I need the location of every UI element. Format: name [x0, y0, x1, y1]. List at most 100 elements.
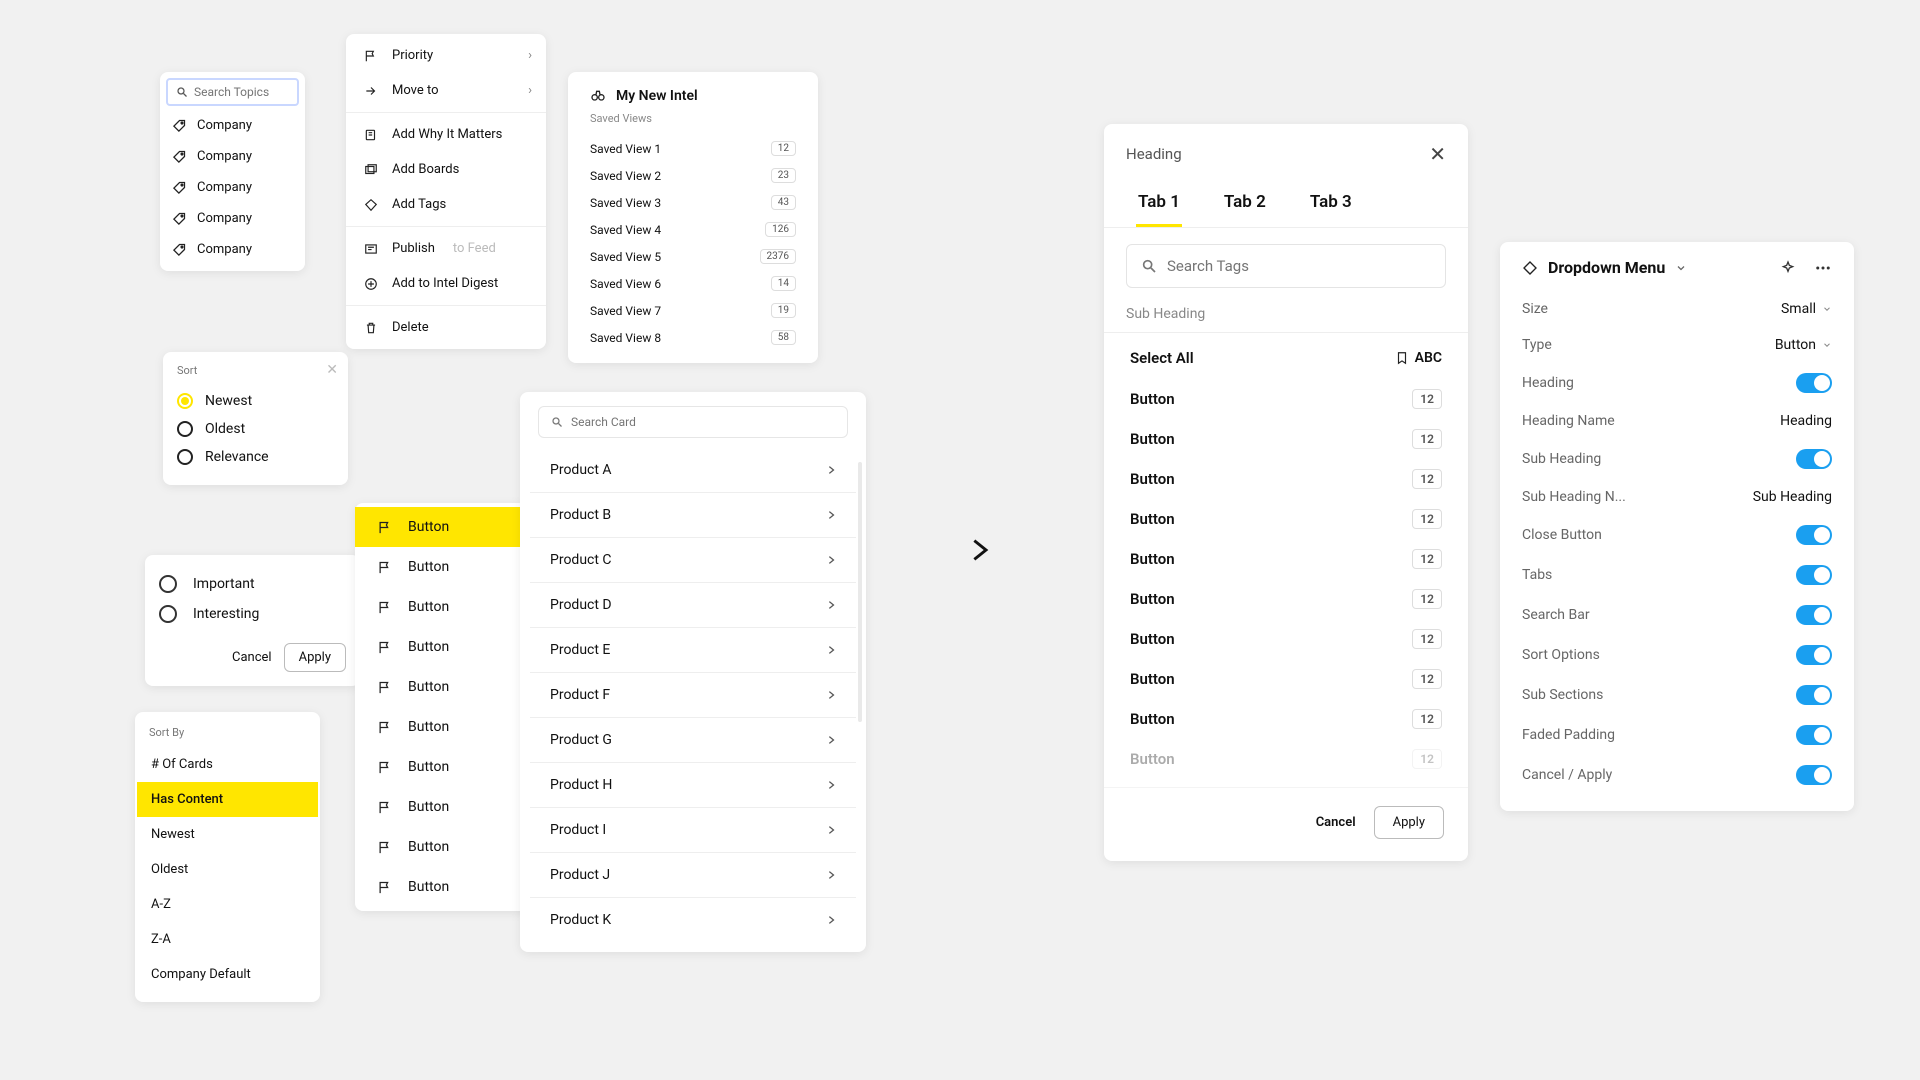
dialog-button-row[interactable]: Button 12 — [1104, 419, 1468, 459]
more-icon[interactable] — [1814, 259, 1832, 277]
priority-label: Priority — [392, 48, 433, 63]
prop-search-toggle[interactable] — [1796, 605, 1832, 625]
dialog-tab[interactable]: Tab 1 — [1136, 180, 1182, 227]
product-item[interactable]: Product F — [530, 673, 856, 718]
search-topics-input[interactable] — [194, 85, 289, 99]
add-why-item[interactable]: Add Why It Matters — [346, 117, 546, 152]
search-tags-input[interactable] — [1167, 257, 1431, 275]
product-item[interactable]: Product D — [530, 583, 856, 628]
product-item[interactable]: Product J — [530, 853, 856, 898]
sort-by-item[interactable]: Oldest — [137, 852, 318, 887]
add-digest-item[interactable]: Add to Intel Digest — [346, 266, 546, 301]
sort-by-item[interactable]: Company Default — [137, 957, 318, 992]
sort-by-item[interactable]: # Of Cards — [137, 747, 318, 782]
select-all-button[interactable]: Select All — [1130, 349, 1194, 367]
topic-item[interactable]: Company — [160, 234, 305, 265]
dialog-row-count: 12 — [1412, 509, 1442, 529]
dialog-button-row[interactable]: Button 12 — [1104, 499, 1468, 539]
prop-type-select[interactable]: Button — [1775, 337, 1832, 353]
prop-subheading-name-value[interactable]: Sub Heading — [1753, 489, 1832, 505]
prop-heading-toggle[interactable] — [1796, 373, 1832, 393]
saved-view-item[interactable]: Saved View 7 19 — [568, 297, 818, 324]
importance-option[interactable]: Important — [159, 569, 346, 599]
product-item[interactable]: Product B — [530, 493, 856, 538]
product-item[interactable]: Product E — [530, 628, 856, 673]
topic-item[interactable]: Company — [160, 110, 305, 141]
sort-by-item[interactable]: Has Content — [137, 782, 318, 817]
prop-tabs-toggle[interactable] — [1796, 565, 1832, 585]
product-item[interactable]: Product A — [530, 448, 856, 493]
prop-subsections-toggle[interactable] — [1796, 685, 1832, 705]
sort-by-item[interactable]: Newest — [137, 817, 318, 852]
sort-option[interactable]: Newest — [177, 387, 334, 415]
dialog-button-row[interactable]: Button 12 — [1104, 379, 1468, 419]
saved-view-name: Saved View 3 — [590, 196, 661, 210]
add-boards-item[interactable]: Add Boards — [346, 152, 546, 187]
dialog-heading: Heading — [1126, 145, 1182, 163]
dialog-tab[interactable]: Tab 2 — [1222, 180, 1268, 227]
saved-view-item[interactable]: Saved View 5 2376 — [568, 243, 818, 270]
prop-sort-toggle[interactable] — [1796, 645, 1832, 665]
topic-item[interactable]: Company — [160, 141, 305, 172]
priority-item[interactable]: Priority › — [346, 38, 546, 73]
saved-view-item[interactable]: Saved View 6 14 — [568, 270, 818, 297]
dialog-button-row[interactable]: Button 12 — [1104, 459, 1468, 499]
search-topics-input-wrap[interactable] — [166, 78, 299, 106]
close-icon[interactable]: ✕ — [326, 362, 338, 378]
delete-item[interactable]: Delete — [346, 310, 546, 345]
apply-button[interactable]: Apply — [284, 643, 346, 672]
saved-view-item[interactable]: Saved View 4 126 — [568, 216, 818, 243]
product-item[interactable]: Product K — [530, 898, 856, 942]
dialog-tab[interactable]: Tab 3 — [1308, 180, 1354, 227]
product-item[interactable]: Product G — [530, 718, 856, 763]
dialog-button-row[interactable]: Button 12 — [1104, 579, 1468, 619]
search-card-wrap[interactable] — [538, 406, 848, 438]
dialog-row-count: 12 — [1412, 669, 1442, 689]
sort-by-item[interactable]: A-Z — [137, 887, 318, 922]
saved-view-item[interactable]: Saved View 3 43 — [568, 189, 818, 216]
importance-option[interactable]: Interesting — [159, 599, 346, 629]
publish-item[interactable]: Publish to Feed — [346, 231, 546, 266]
dialog-button-row[interactable]: Button 12 — [1104, 619, 1468, 659]
search-icon — [551, 416, 563, 428]
prop-faded-toggle[interactable] — [1796, 725, 1832, 745]
dialog-button-row[interactable]: Button 12 — [1104, 739, 1468, 779]
apply-button[interactable]: Apply — [1374, 806, 1444, 839]
dropdown-dialog: Heading ✕ Tab 1Tab 2Tab 3 Sub Heading Se… — [1104, 124, 1468, 861]
close-icon[interactable]: ✕ — [1429, 142, 1446, 166]
dialog-button-row[interactable]: Button 12 — [1104, 539, 1468, 579]
topic-label: Company — [197, 242, 252, 257]
publish-label: Publish — [392, 241, 435, 256]
topic-item[interactable]: Company — [160, 172, 305, 203]
chevron-down-icon[interactable] — [1675, 262, 1687, 274]
prop-cancelapply-toggle[interactable] — [1796, 765, 1832, 785]
dialog-button-row[interactable]: Button 12 — [1104, 699, 1468, 739]
prop-heading-name-value[interactable]: Heading — [1780, 413, 1832, 429]
sort-option[interactable]: Relevance — [177, 443, 334, 471]
saved-view-item[interactable]: Saved View 1 12 — [568, 135, 818, 162]
search-tags-wrap[interactable] — [1126, 244, 1446, 288]
product-item[interactable]: Product I — [530, 808, 856, 853]
inspector-title: Dropdown Menu — [1548, 258, 1665, 277]
add-tags-item[interactable]: Add Tags — [346, 187, 546, 222]
saved-view-item[interactable]: Saved View 2 23 — [568, 162, 818, 189]
move-to-item[interactable]: Move to › — [346, 73, 546, 108]
search-card-input[interactable] — [571, 415, 835, 429]
product-item[interactable]: Product H — [530, 763, 856, 808]
topic-item[interactable]: Company — [160, 203, 305, 234]
prop-close-toggle[interactable] — [1796, 525, 1832, 545]
chevron-right-icon: › — [528, 83, 532, 98]
scrollbar[interactable] — [858, 462, 862, 722]
prop-size-select[interactable]: Small — [1781, 301, 1832, 317]
cancel-button[interactable]: Cancel — [1316, 815, 1356, 830]
product-item[interactable]: Product C — [530, 538, 856, 583]
prop-subheading-toggle[interactable] — [1796, 449, 1832, 469]
sort-option[interactable]: Oldest — [177, 415, 334, 443]
dialog-button-row[interactable]: Button 12 — [1104, 659, 1468, 699]
sort-abc-button[interactable]: ABC — [1395, 350, 1442, 366]
cancel-button[interactable]: Cancel — [232, 650, 272, 665]
sort-by-item[interactable]: Z-A — [137, 922, 318, 957]
diamond-icon — [1522, 260, 1538, 276]
sparkle-icon[interactable] — [1780, 260, 1796, 276]
saved-view-item[interactable]: Saved View 8 58 — [568, 324, 818, 351]
